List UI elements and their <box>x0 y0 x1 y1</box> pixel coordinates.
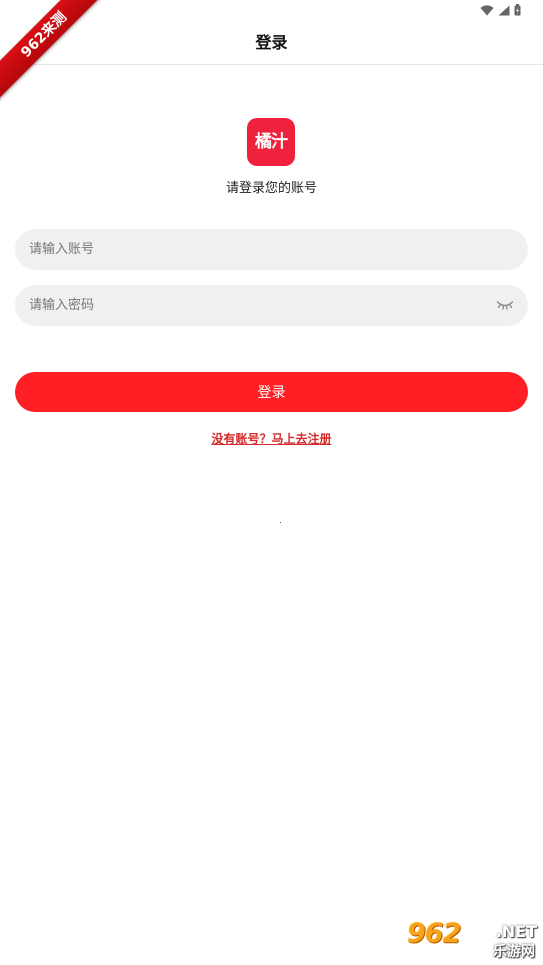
watermark-net: .NET <box>495 922 537 941</box>
watermark-logo: 962 .NET 乐游网 <box>405 919 539 961</box>
login-button[interactable]: 登录 <box>15 372 528 412</box>
account-input[interactable] <box>15 229 528 270</box>
watermark-ribbon: 962来测 <box>0 0 110 110</box>
register-link[interactable]: 没有账号？马上去注册 <box>211 432 331 446</box>
eye-closed-icon[interactable] <box>496 298 514 312</box>
login-prompt: 请登录您的账号 <box>225 181 317 196</box>
signal-icon <box>498 5 510 15</box>
status-icons <box>480 4 521 16</box>
divider-dot <box>280 522 281 523</box>
watermark-ribbon-label: 962来测 <box>0 0 110 101</box>
register-link-wrap: 没有账号？马上去注册 <box>0 428 543 447</box>
app-logo: 橘汁 <box>247 118 295 166</box>
watermark-sub: 乐游网 <box>493 944 535 960</box>
password-input[interactable] <box>15 285 528 326</box>
battery-icon <box>514 4 521 16</box>
page-title: 登录 <box>255 33 288 52</box>
watermark-main: 962 <box>407 918 461 949</box>
password-field <box>15 285 528 326</box>
wifi-icon <box>480 4 494 15</box>
account-field <box>15 229 528 270</box>
